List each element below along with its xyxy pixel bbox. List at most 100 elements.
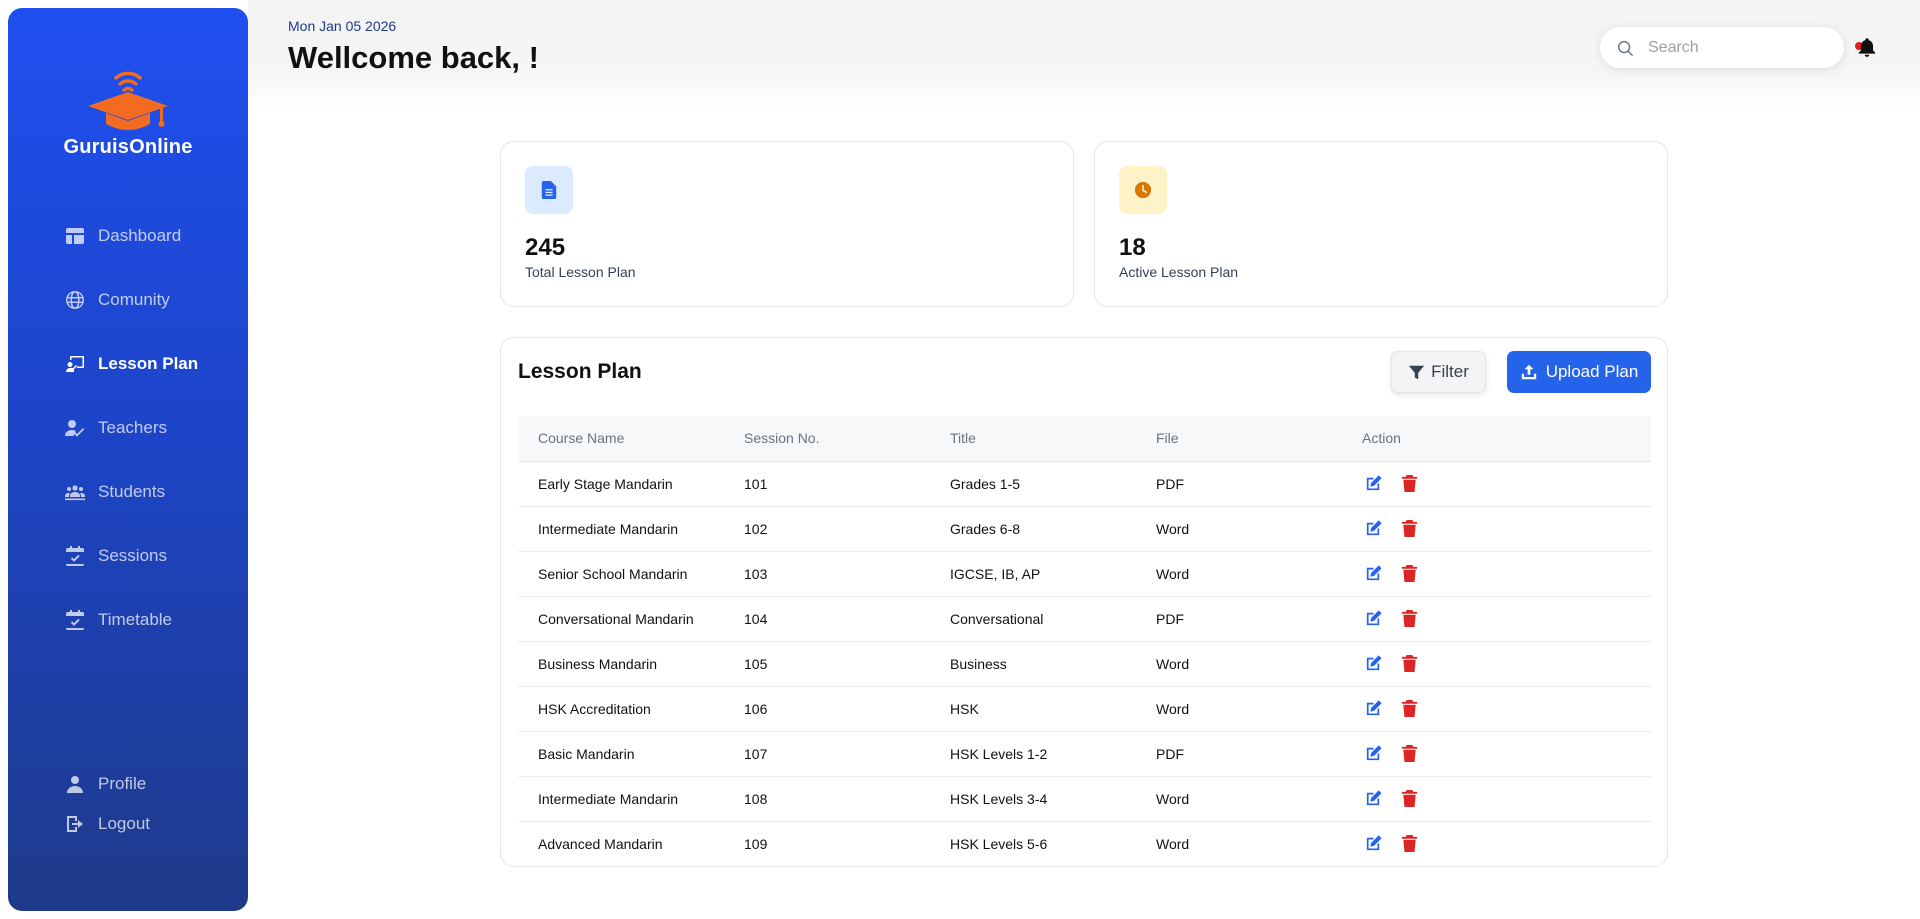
table-row[interactable]: Advanced Mandarin 109 HSK Levels 5-6 Word: [518, 821, 1651, 866]
trash-icon[interactable]: [1398, 698, 1420, 720]
sidebar-item-label: Lesson Plan: [98, 354, 199, 373]
row-actions: [1362, 518, 1651, 540]
cell-actions: [1342, 776, 1651, 821]
cell-title: HSK Levels 5-6: [950, 835, 1048, 852]
table-row[interactable]: Conversational Mandarin 104 Conversational…: [518, 596, 1651, 641]
sidebar-item-comunity[interactable]: Comunity: [8, 268, 248, 332]
table-row[interactable]: Intermediate Mandarin 102 Grades 6-8 Word: [518, 506, 1651, 551]
sidebar-item-dashboard[interactable]: Dashboard: [8, 204, 248, 268]
cell-title: HSK Levels 1-2: [950, 745, 1048, 762]
brand-name: GuruisOnline: [63, 136, 193, 158]
edit-icon[interactable]: [1362, 833, 1384, 855]
edit-icon[interactable]: [1362, 608, 1384, 630]
trash-icon[interactable]: [1398, 608, 1420, 630]
cell-session-no: 109: [744, 835, 768, 852]
table-row[interactable]: Early Stage Mandarin 101 Grades 1-5 PDF: [518, 461, 1651, 506]
cell-course-name: Basic Mandarin: [538, 745, 635, 762]
table-row[interactable]: HSK Accreditation 106 HSK Word: [518, 686, 1651, 731]
sidebar-item-teachers[interactable]: Teachers: [8, 396, 248, 460]
trash-icon[interactable]: [1398, 833, 1420, 855]
edit-icon[interactable]: [1362, 788, 1384, 810]
cell-file: Word: [1156, 565, 1190, 582]
sidebar-nav: Dashboard Comunity Lesson Plan Teachers: [8, 204, 248, 652]
search-box[interactable]: [1600, 27, 1844, 68]
edit-icon[interactable]: [1362, 518, 1384, 540]
table-body: Early Stage Mandarin 101 Grades 1-5 PDF Inte…: [518, 461, 1651, 866]
cell-course-name: HSK Accreditation: [538, 700, 651, 717]
sidebar-item-logout[interactable]: Logout: [8, 804, 248, 844]
column-header-title[interactable]: Title: [930, 416, 1136, 462]
stat-label: Total Lesson Plan: [525, 264, 636, 280]
column-header-file[interactable]: File: [1136, 416, 1342, 462]
card-icon-box: [525, 166, 573, 214]
sidebar-item-label: Students: [98, 482, 166, 501]
stat-card-active-lesson-plan: 18 Active Lesson Plan: [1094, 141, 1668, 307]
app-root: GuruisOnline Dashboard Comunity Lesson P…: [0, 0, 1920, 919]
sidebar-item-label: Timetable: [98, 610, 173, 629]
cell-course-name: Intermediate Mandarin: [538, 520, 679, 537]
cell-file: PDF: [1156, 745, 1184, 762]
sidebar-item-label: Teachers: [98, 418, 167, 437]
lesson-plan-table: Course Name Session No. Title File Actio…: [518, 416, 1651, 866]
table-row[interactable]: Basic Mandarin 107 HSK Levels 1-2 PDF: [518, 731, 1651, 776]
search-input[interactable]: [1648, 38, 1828, 57]
cell-actions: [1342, 731, 1651, 776]
cell-course-name: Early Stage Mandarin: [538, 475, 673, 492]
trash-icon[interactable]: [1398, 473, 1420, 495]
bell-icon[interactable]: [1856, 36, 1878, 58]
search-icon: [1617, 40, 1633, 56]
sidebar-item-lesson-plan[interactable]: Lesson Plan: [8, 332, 248, 396]
trash-icon[interactable]: [1398, 518, 1420, 540]
cell-file: PDF: [1156, 475, 1184, 492]
cell-course-name: Advanced Mandarin: [538, 835, 663, 852]
row-actions: [1362, 833, 1651, 855]
sidebar-item-label: Dashboard: [98, 226, 182, 245]
brand-logo[interactable]: GuruisOnline: [8, 64, 248, 159]
column-header-session-no[interactable]: Session No.: [724, 416, 930, 462]
cell-file: Word: [1156, 790, 1190, 807]
row-actions: [1362, 563, 1651, 585]
trash-icon[interactable]: [1398, 563, 1420, 585]
edit-icon[interactable]: [1362, 743, 1384, 765]
trash-icon[interactable]: [1398, 788, 1420, 810]
upload-plan-button[interactable]: Upload Plan: [1507, 351, 1651, 393]
filter-icon: [1408, 365, 1425, 379]
table-row[interactable]: Senior School Mandarin 103 IGCSE, IB, AP Wo…: [518, 551, 1651, 596]
sidebar-item-label: Comunity: [98, 290, 170, 309]
cell-title: Conversational: [950, 610, 1044, 627]
header-date: Mon Jan 05 2026: [288, 18, 397, 34]
sidebar-item-profile[interactable]: Profile: [8, 764, 248, 804]
document-icon: [541, 181, 557, 199]
panel-title: Lesson Plan: [518, 360, 642, 383]
trash-icon[interactable]: [1398, 743, 1420, 765]
trash-icon[interactable]: [1398, 653, 1420, 675]
column-header-course-name[interactable]: Course Name: [518, 416, 724, 462]
cell-course-name: Business Mandarin: [538, 655, 658, 672]
students-icon: [64, 481, 86, 503]
cell-session-no: 104: [744, 610, 768, 627]
table-row[interactable]: Business Mandarin 105 Business Word: [518, 641, 1651, 686]
sidebar: GuruisOnline Dashboard Comunity Lesson P…: [8, 8, 248, 911]
cell-session-no: 101: [744, 475, 768, 492]
column-header-action: Action: [1342, 416, 1651, 462]
cell-file: Word: [1156, 835, 1190, 852]
row-actions: [1362, 698, 1651, 720]
stat-value: 245: [525, 234, 566, 261]
cell-actions: [1342, 596, 1651, 641]
edit-icon[interactable]: [1362, 563, 1384, 585]
page-title: Wellcome back, !: [288, 40, 539, 75]
sidebar-item-sessions[interactable]: Sessions: [8, 524, 248, 588]
edit-icon[interactable]: [1362, 698, 1384, 720]
sidebar-item-timetable[interactable]: Timetable: [8, 588, 248, 652]
upload-icon: [1521, 364, 1536, 380]
card-icon-box: [1119, 166, 1167, 214]
cell-title: Grades 6-8: [950, 520, 1021, 537]
sidebar-item-students[interactable]: Students: [8, 460, 248, 524]
table-row[interactable]: Intermediate Mandarin 108 HSK Levels 3-4 Wo…: [518, 776, 1651, 821]
user-icon: [64, 773, 86, 795]
graduation-cap-wifi-icon: [88, 71, 168, 130]
filter-button[interactable]: Filter: [1391, 351, 1486, 393]
edit-icon[interactable]: [1362, 473, 1384, 495]
logout-icon: [64, 813, 86, 835]
edit-icon[interactable]: [1362, 653, 1384, 675]
